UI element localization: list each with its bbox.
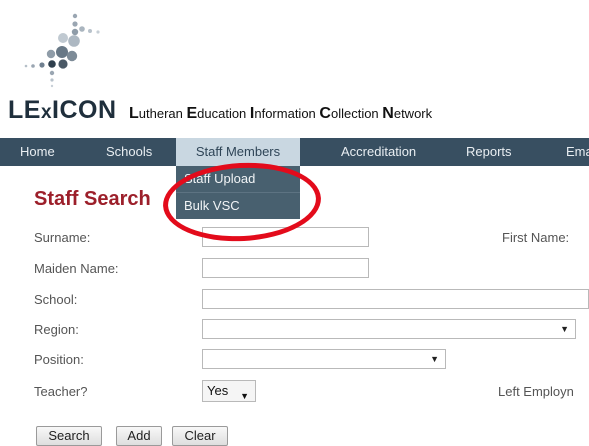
region-label: Region: [34, 322, 79, 337]
menu-item-staff-upload[interactable]: Staff Upload [176, 166, 300, 192]
nav-home[interactable]: Home [20, 138, 55, 166]
maiden-name-input[interactable] [202, 258, 369, 278]
teacher-select[interactable]: Yes ▼ [202, 380, 256, 402]
clear-button[interactable]: Clear [172, 426, 228, 446]
brand-name: LExICON [8, 96, 117, 124]
chevron-down-icon: ▼ [430, 354, 439, 364]
position-label: Position: [34, 352, 84, 367]
page-title: Staff Search [34, 188, 151, 210]
school-input[interactable] [202, 289, 589, 309]
region-select[interactable]: ▼ [202, 319, 576, 339]
chevron-down-icon: ▼ [240, 391, 249, 401]
nav-staff-members[interactable]: Staff Members [176, 138, 300, 166]
maiden-name-label: Maiden Name: [34, 261, 119, 276]
nav-email[interactable]: Ema [566, 138, 589, 166]
add-button[interactable]: Add [116, 426, 162, 446]
surname-label: Surname: [34, 230, 91, 245]
school-label: School: [34, 292, 78, 307]
search-button[interactable]: Search [36, 426, 102, 446]
left-employment-label: Left Employn [498, 384, 574, 399]
first-name-label: First Name: [502, 230, 570, 245]
surname-input[interactable] [202, 227, 369, 247]
menu-item-bulk-vsc[interactable]: Bulk VSC [176, 192, 300, 219]
chevron-down-icon: ▼ [560, 324, 569, 334]
nav-accreditation[interactable]: Accreditation [341, 138, 416, 166]
teacher-label: Teacher? [34, 384, 88, 399]
brand-subtitle: Lutheran Education Information Collectio… [128, 105, 433, 122]
nav-schools[interactable]: Schools [106, 138, 152, 166]
brand-title: LExICON Lutheran Education Information C… [8, 96, 432, 125]
logo-icon [24, 13, 100, 88]
position-select[interactable]: ▼ [202, 349, 446, 369]
nav-reports[interactable]: Reports [466, 138, 512, 166]
top-nav: Home Schools Staff Members Accreditation… [0, 138, 589, 166]
staff-members-dropdown: Staff Upload Bulk VSC [176, 166, 300, 219]
